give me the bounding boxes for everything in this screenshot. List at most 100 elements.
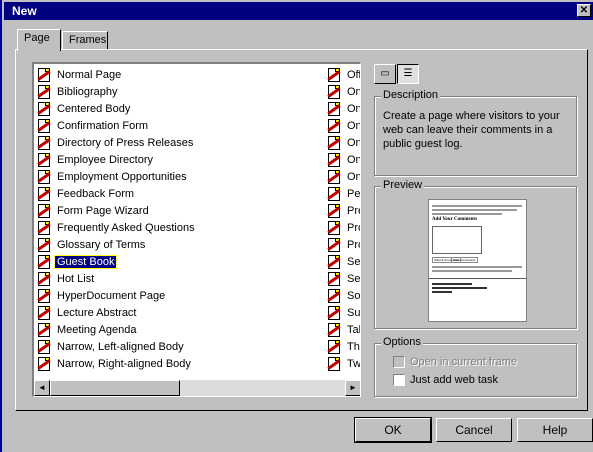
list-item[interactable]: Pro — [326, 219, 360, 236]
template-list[interactable]: Normal Page Bibliography Centered Body Conf… — [32, 62, 361, 397]
list-item[interactable]: Pro — [326, 236, 360, 253]
list-item[interactable]: HyperDocument Page — [36, 287, 167, 304]
page-template-icon — [326, 271, 342, 287]
list-item[interactable]: Frequently Asked Questions — [36, 219, 197, 236]
list-item[interactable]: Narrow, Left-aligned Body — [36, 338, 186, 355]
list-item[interactable]: Bibliography — [36, 83, 120, 100]
page-template-icon — [36, 322, 52, 338]
list-item[interactable]: Two — [326, 355, 361, 372]
page-template-icon — [36, 118, 52, 134]
list-item[interactable]: Narrow, Right-aligned Body — [36, 355, 193, 372]
list-item[interactable]: Employee Directory — [36, 151, 155, 168]
list-item-label: Offi — [347, 68, 360, 81]
list-view-icon: ☰ — [403, 68, 413, 79]
page-template-icon — [326, 169, 342, 185]
scroll-thumb[interactable] — [50, 380, 180, 396]
options-group: Options Open in current frame Just add w… — [374, 336, 577, 397]
tab-page[interactable]: Page — [17, 29, 61, 51]
ok-button[interactable]: OK — [354, 417, 432, 443]
list-item[interactable]: Offi — [326, 66, 360, 83]
list-item[interactable]: Hot List — [36, 270, 96, 287]
preview-heading: Add Your Comments — [432, 217, 478, 222]
list-item[interactable]: One — [326, 83, 360, 100]
list-item-label: Sof — [347, 289, 361, 302]
list-item[interactable]: Sea — [326, 253, 360, 270]
list-item[interactable]: One — [326, 100, 360, 117]
description-text: Create a page where visitors to your web… — [383, 110, 560, 150]
page-template-icon — [36, 135, 52, 151]
scroll-left-button[interactable]: ◄ — [34, 380, 50, 396]
page-template-icon — [326, 237, 342, 253]
list-item[interactable]: Confirmation Form — [36, 117, 150, 134]
list-item[interactable]: Ser — [326, 270, 361, 287]
list-item[interactable]: Feedback Form — [36, 185, 136, 202]
page-template-icon — [36, 101, 52, 117]
page-template-icon — [326, 254, 342, 270]
page-template-icon — [36, 271, 52, 287]
scroll-left-icon: ◄ — [38, 383, 46, 392]
list-item[interactable]: Sof — [326, 287, 361, 304]
list-item[interactable]: Employment Opportunities — [36, 168, 189, 185]
list-item[interactable]: One — [326, 117, 360, 134]
close-button[interactable]: ✕ — [577, 4, 591, 17]
page-template-icon — [326, 339, 342, 355]
help-button[interactable]: Help — [517, 418, 593, 442]
page-template-icon — [326, 135, 342, 151]
list-item[interactable]: Meeting Agenda — [36, 321, 139, 338]
list-item[interactable]: One — [326, 134, 360, 151]
page-template-icon — [36, 305, 52, 321]
page-template-icon — [326, 152, 342, 168]
new-dialog: New ✕ Page Frames Normal Page Bibliograph… — [0, 0, 593, 452]
page-template-icon — [326, 322, 342, 338]
list-item-label: Lecture Abstract — [57, 306, 137, 319]
list-item-label: One — [347, 119, 360, 132]
list-item[interactable]: Sur — [326, 304, 360, 321]
list-item[interactable]: Lecture Abstract — [36, 304, 139, 321]
list-item-label: Form Page Wizard — [57, 204, 149, 217]
page-template-icon — [326, 101, 342, 117]
list-item-label: One — [347, 153, 360, 166]
list-item[interactable]: Pre — [326, 202, 360, 219]
list-item[interactable]: Guest Book — [36, 253, 118, 270]
list-item-label: Two — [347, 357, 361, 370]
list-item[interactable]: Centered Body — [36, 100, 132, 117]
page-template-icon — [326, 186, 342, 202]
preview-image: Add Your Comments Submit Comments Clear … — [428, 199, 527, 322]
page-template-icon — [326, 305, 342, 321]
large-icons-view-button[interactable]: ▭ — [374, 64, 396, 84]
list-item[interactable]: One — [326, 168, 360, 185]
list-item[interactable]: Form Page Wizard — [36, 202, 151, 219]
list-item[interactable]: Per — [326, 185, 360, 202]
page-template-icon — [36, 254, 52, 270]
preview-group: Preview Add Your Comments Submit Comment… — [374, 179, 577, 329]
tab-frames[interactable]: Frames — [62, 31, 108, 50]
horizontal-scrollbar[interactable]: ◄ ► — [34, 380, 360, 396]
list-item-label: Frequently Asked Questions — [57, 221, 195, 234]
just-add-web-task-checkbox[interactable]: Just add web task — [393, 374, 498, 386]
list-item[interactable]: Thr — [326, 338, 360, 355]
list-item-label: Employee Directory — [57, 153, 153, 166]
page-template-icon — [36, 67, 52, 83]
list-item-label: Ser — [347, 272, 361, 285]
list-item-label: Pro — [347, 221, 360, 234]
list-view-button[interactable]: ☰ — [397, 64, 419, 84]
list-item[interactable]: Glossary of Terms — [36, 236, 147, 253]
page-template-icon — [36, 84, 52, 100]
open-in-current-frame-checkbox[interactable]: Open in current frame — [393, 356, 517, 368]
just-add-task-label: Just add web task — [410, 374, 499, 386]
list-item-label: Glossary of Terms — [57, 238, 146, 251]
list-item[interactable]: One — [326, 151, 360, 168]
list-item[interactable]: Normal Page — [36, 66, 123, 83]
list-item-label: Pro — [347, 238, 360, 251]
list-item-label: Feedback Form — [57, 187, 135, 200]
just-add-task-box — [393, 374, 405, 386]
cancel-button[interactable]: Cancel — [436, 418, 512, 442]
page-template-icon — [36, 237, 52, 253]
page-template-icon — [36, 356, 52, 372]
page-template-icon — [36, 169, 52, 185]
list-item[interactable]: Directory of Press Releases — [36, 134, 195, 151]
scroll-right-button[interactable]: ► — [345, 380, 360, 396]
help-label: Help — [542, 423, 568, 437]
page-template-icon — [36, 203, 52, 219]
list-item[interactable]: Tab — [326, 321, 360, 338]
